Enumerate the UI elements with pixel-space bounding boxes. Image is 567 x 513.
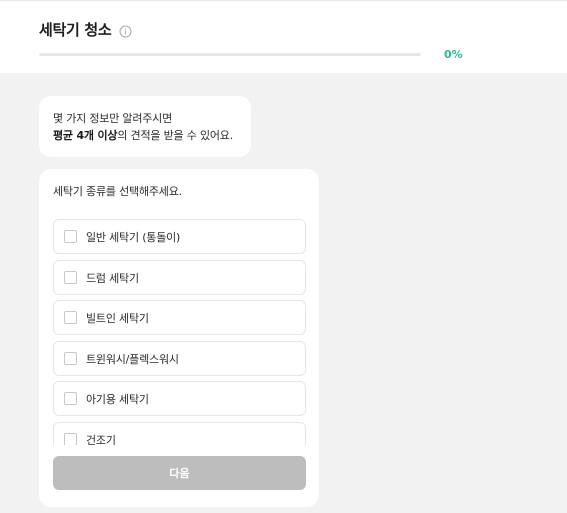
option-label: 아기용 세탁기 <box>86 392 149 406</box>
checkbox[interactable] <box>64 352 77 365</box>
header: 세탁기 청소 0% <box>0 0 567 73</box>
progress-bar <box>39 53 421 56</box>
question-card: 세탁기 종류를 선택해주세요. 일반 세탁기 (통돌이) 드럼 세탁기 빌트인 … <box>39 169 319 507</box>
info-circle-icon[interactable] <box>119 23 132 38</box>
intro-line-2-rest: 의 견적을 받을 수 있어요. <box>117 129 234 142</box>
intro-highlight: 평균 4개 이상 <box>53 129 118 142</box>
option-label: 드럼 세탁기 <box>86 271 139 285</box>
option-item[interactable]: 드럼 세탁기 <box>53 260 306 295</box>
option-label: 일반 세탁기 (통돌이) <box>86 230 181 244</box>
option-label: 트윈워시/플렉스워시 <box>86 352 179 366</box>
next-button[interactable]: 다음 <box>53 456 306 490</box>
question-text: 세탁기 종류를 선택해주세요. <box>53 185 182 198</box>
intro-line-1: 몇 가지 정보만 알려주시면 <box>53 112 173 125</box>
option-item[interactable]: 아기용 세탁기 <box>53 381 306 416</box>
checkbox[interactable] <box>64 392 77 405</box>
intro-line-2: 평균 4개 이상의 견적을 받을 수 있어요. <box>53 127 237 144</box>
title-row: 세탁기 청소 <box>39 19 132 40</box>
option-item[interactable]: 일반 세탁기 (통돌이) <box>53 219 306 254</box>
option-label: 빌트인 세탁기 <box>86 311 149 325</box>
checkbox[interactable] <box>64 433 77 445</box>
checkbox[interactable] <box>64 311 77 324</box>
options-list[interactable]: 일반 세탁기 (통돌이) 드럼 세탁기 빌트인 세탁기 트윈워시/플렉스워시 아… <box>53 219 306 445</box>
checkbox[interactable] <box>64 230 77 243</box>
option-item[interactable]: 빌트인 세탁기 <box>53 300 306 335</box>
page-title: 세탁기 청소 <box>39 21 112 39</box>
option-label: 건조기 <box>86 433 116 446</box>
intro-message: 몇 가지 정보만 알려주시면 평균 4개 이상의 견적을 받을 수 있어요. <box>39 96 251 157</box>
option-item[interactable]: 건조기 <box>53 422 306 445</box>
option-item[interactable]: 트윈워시/플렉스워시 <box>53 341 306 376</box>
checkbox[interactable] <box>64 271 77 284</box>
progress-percent: 0% <box>444 48 463 61</box>
